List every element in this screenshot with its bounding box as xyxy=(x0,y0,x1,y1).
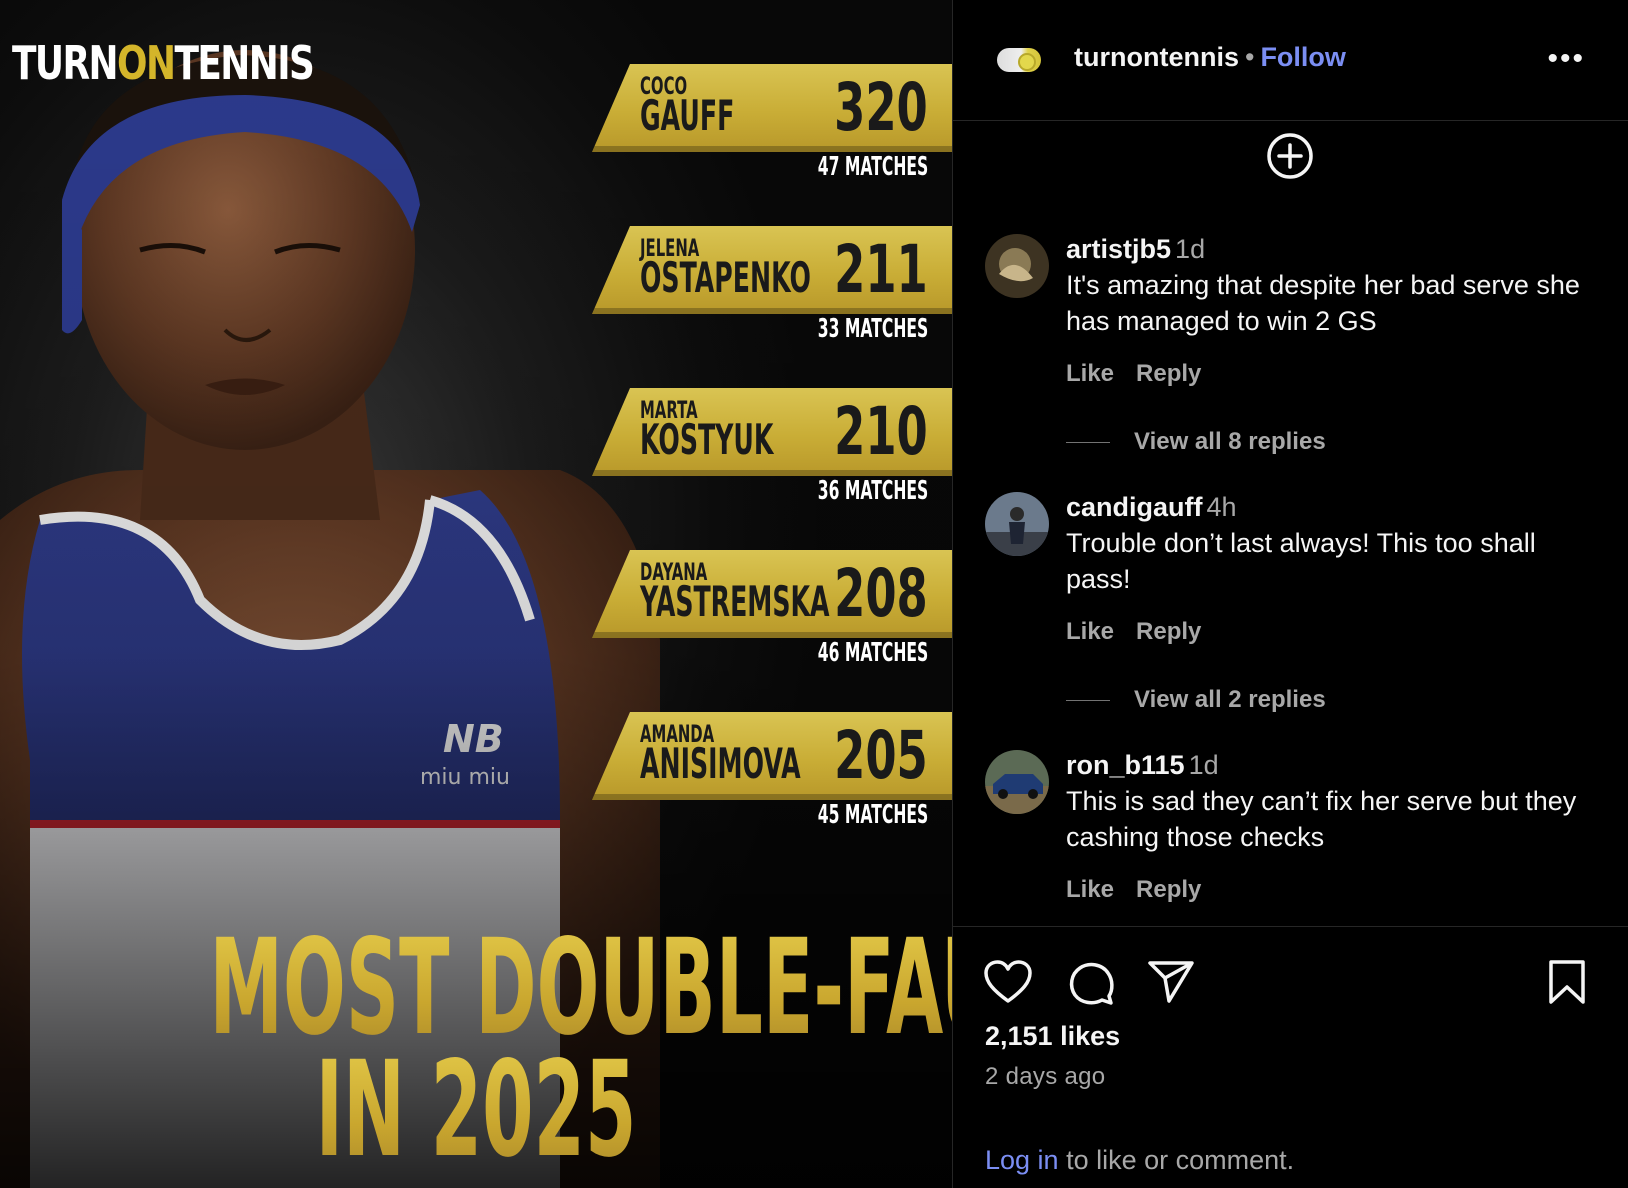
login-prompt-text: to like or comment. xyxy=(1058,1145,1295,1175)
heart-icon[interactable] xyxy=(983,959,1033,1005)
stat-row-yastremska: DAYANA YASTREMSKA 208 46 MATCHES xyxy=(592,550,952,668)
double-fault-count: 205 xyxy=(834,717,928,794)
like-comment-button[interactable]: Like xyxy=(1066,618,1114,645)
player-last-name: YASTREMSKA xyxy=(640,577,830,626)
comment-text: Trouble don’t last always! This too shal… xyxy=(1066,528,1536,594)
player-last-name: OSTAPENKO xyxy=(640,253,811,302)
view-replies-button[interactable]: View all 2 replies xyxy=(1066,686,1326,714)
player-last-name: GAUFF xyxy=(640,91,735,140)
comment-actions: Like Reply xyxy=(1066,876,1223,904)
double-fault-count: 210 xyxy=(834,393,928,470)
stat-row-anisimova: AMANDA ANISIMOVA 205 45 MATCHES xyxy=(592,712,952,830)
account-username[interactable]: turnontennis xyxy=(1074,42,1239,72)
comment-actions: Like Reply xyxy=(1066,360,1223,388)
comment-actions: Like Reply xyxy=(1066,618,1223,646)
commenter-username[interactable]: artistjb5 xyxy=(1066,234,1171,264)
comment-text: It's amazing that despite her bad serve … xyxy=(1066,270,1580,336)
player-last-name: KOSTYUK xyxy=(640,415,774,464)
matches-count: 45 MATCHES xyxy=(817,800,928,830)
view-replies-button[interactable]: View all 8 replies xyxy=(1066,428,1326,456)
stat-row-kostyuk: MARTA KOSTYUK 210 36 MATCHES xyxy=(592,388,952,506)
commenter-username[interactable]: candigauff xyxy=(1066,492,1203,522)
commenter-username[interactable]: ron_b115 xyxy=(1066,750,1185,780)
commenter-avatar[interactable] xyxy=(985,492,1049,556)
header-separator: • xyxy=(1244,42,1255,72)
view-replies-label: View all 2 replies xyxy=(1134,686,1326,713)
matches-count: 46 MATCHES xyxy=(817,638,928,668)
reply-button[interactable]: Reply xyxy=(1136,618,1201,645)
player-last-name: ANISIMOVA xyxy=(640,739,801,788)
comment-body: artistjb5 1d It's amazing that despite he… xyxy=(1066,234,1599,339)
post-image[interactable]: NB miu miu TURNONTENNIS COCO GAUFF 320 4… xyxy=(0,0,952,1188)
reply-button[interactable]: Reply xyxy=(1136,360,1201,387)
double-fault-count: 320 xyxy=(834,69,928,146)
view-replies-label: View all 8 replies xyxy=(1134,428,1326,455)
stat-row-gauff: COCO GAUFF 320 47 MATCHES xyxy=(592,64,952,182)
bookmark-icon[interactable] xyxy=(1547,959,1587,1005)
post-header: turnontennis • Follow ••• xyxy=(953,0,1628,121)
matches-count: 33 MATCHES xyxy=(817,314,928,344)
comment-icon[interactable] xyxy=(1067,959,1115,1007)
matches-count: 47 MATCHES xyxy=(817,152,928,182)
comment-timestamp[interactable]: 1d xyxy=(1175,234,1205,264)
plus-circle-icon[interactable] xyxy=(1265,131,1315,181)
comment-body: candigauff 4h Trouble don’t last always! … xyxy=(1066,492,1599,597)
comment-timestamp[interactable]: 4h xyxy=(1207,492,1237,522)
login-link[interactable]: Log in xyxy=(985,1145,1059,1175)
post-timestamp[interactable]: 2 days ago xyxy=(985,1063,1105,1091)
brand-logo: TURNONTENNIS xyxy=(12,36,315,90)
stat-row-ostapenko: JELENA OSTAPENKO 211 33 MATCHES xyxy=(592,226,952,344)
reply-button[interactable]: Reply xyxy=(1136,876,1201,903)
like-comment-button[interactable]: Like xyxy=(1066,360,1114,387)
post-actions: 2,151 likes 2 days ago Log in to like or… xyxy=(953,926,1628,1188)
double-fault-count: 208 xyxy=(834,555,928,632)
header-account: turnontennis • Follow xyxy=(1074,42,1346,73)
follow-button[interactable]: Follow xyxy=(1260,42,1345,72)
replies-divider xyxy=(1066,699,1110,701)
login-prompt: Log in to like or comment. xyxy=(985,1145,1294,1176)
matches-count: 36 MATCHES xyxy=(817,476,928,506)
like-comment-button[interactable]: Like xyxy=(1066,876,1114,903)
comment-body: ron_b115 1d This is sad they can’t fix he… xyxy=(1066,750,1599,855)
account-avatar[interactable] xyxy=(997,48,1041,72)
more-options-icon[interactable]: ••• xyxy=(1547,44,1585,74)
replies-divider xyxy=(1066,441,1110,443)
comments-panel: turnontennis • Follow ••• artistjb5 1d It's… xyxy=(952,0,1628,1188)
comment-text: This is sad they can’t fix her serve but… xyxy=(1066,786,1577,852)
likes-count[interactable]: 2,151 likes xyxy=(985,1021,1120,1052)
double-fault-count: 211 xyxy=(834,231,928,308)
commenter-avatar[interactable] xyxy=(985,234,1049,298)
commenter-avatar[interactable] xyxy=(985,750,1049,814)
share-icon[interactable] xyxy=(1147,959,1195,1005)
comment-timestamp[interactable]: 1d xyxy=(1189,750,1219,780)
headline-line-2: IN 2025 xyxy=(315,1033,637,1187)
